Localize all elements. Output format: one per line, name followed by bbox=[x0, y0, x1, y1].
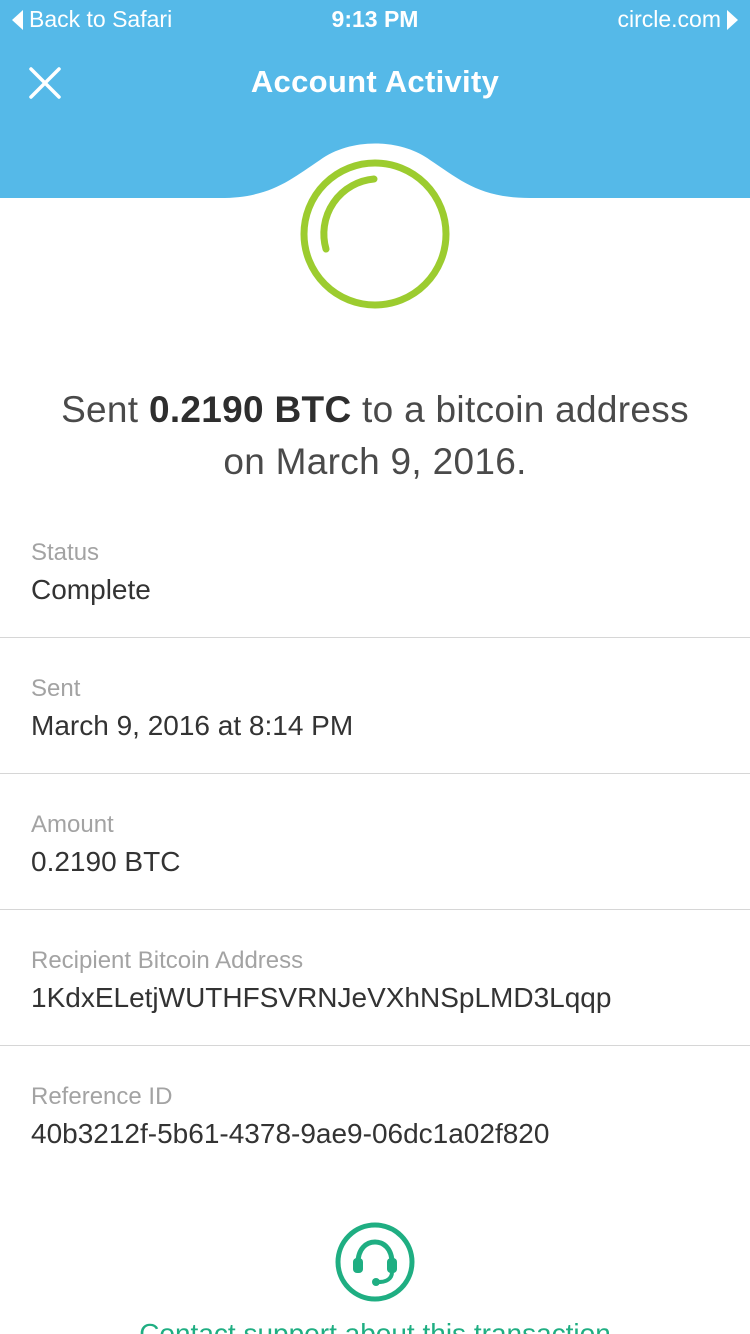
account-activity-screen: Back to Safari 9:13 PM circle.com Accoun… bbox=[0, 0, 750, 1334]
detail-amount: Amount 0.2190 BTC bbox=[0, 794, 750, 910]
page-title: Account Activity bbox=[250, 64, 500, 99]
detail-value: 40b3212f-5b61-4378-9ae9-06dc1a02f820 bbox=[31, 1118, 550, 1149]
domain-label: circle.com bbox=[617, 6, 721, 32]
summary-suffix: to a bitcoin address bbox=[351, 389, 689, 430]
transaction-summary: Sent 0.2190 BTC to a bitcoin address on … bbox=[20, 384, 730, 488]
contact-support-link[interactable]: Contact support about this transaction bbox=[0, 1318, 750, 1334]
transaction-status-ring-icon bbox=[300, 159, 450, 309]
detail-value: Complete bbox=[31, 574, 151, 605]
detail-label: Status bbox=[31, 539, 100, 566]
ios-status-bar: Back to Safari 9:13 PM circle.com bbox=[0, 0, 750, 40]
summary-prefix: Sent bbox=[61, 389, 149, 430]
summary-date: on March 9, 2016. bbox=[223, 441, 527, 482]
detail-recipient-address: Recipient Bitcoin Address 1KdxELetjWUTHF… bbox=[0, 930, 750, 1046]
detail-label: Recipient Bitcoin Address bbox=[31, 947, 304, 974]
detail-value: March 9, 2016 at 8:14 PM bbox=[31, 710, 354, 741]
detail-sent: Sent March 9, 2016 at 8:14 PM bbox=[0, 658, 750, 774]
headset-icon[interactable] bbox=[334, 1221, 416, 1303]
detail-value: 1KdxELetjWUTHFSVRNJeVXhNSpLMD3Lqqp bbox=[31, 982, 612, 1013]
domain-link[interactable]: circle.com bbox=[617, 6, 738, 33]
detail-label: Reference ID bbox=[31, 1083, 173, 1110]
forward-arrow-icon bbox=[727, 9, 738, 30]
detail-label: Amount bbox=[31, 811, 114, 838]
detail-value: 0.2190 BTC bbox=[31, 846, 181, 877]
detail-reference-id: Reference ID 40b3212f-5b61-4378-9ae9-06d… bbox=[0, 1066, 750, 1182]
summary-amount: 0.2190 BTC bbox=[148, 389, 352, 430]
detail-status: Status Complete bbox=[0, 522, 750, 638]
detail-label: Sent bbox=[31, 675, 81, 702]
